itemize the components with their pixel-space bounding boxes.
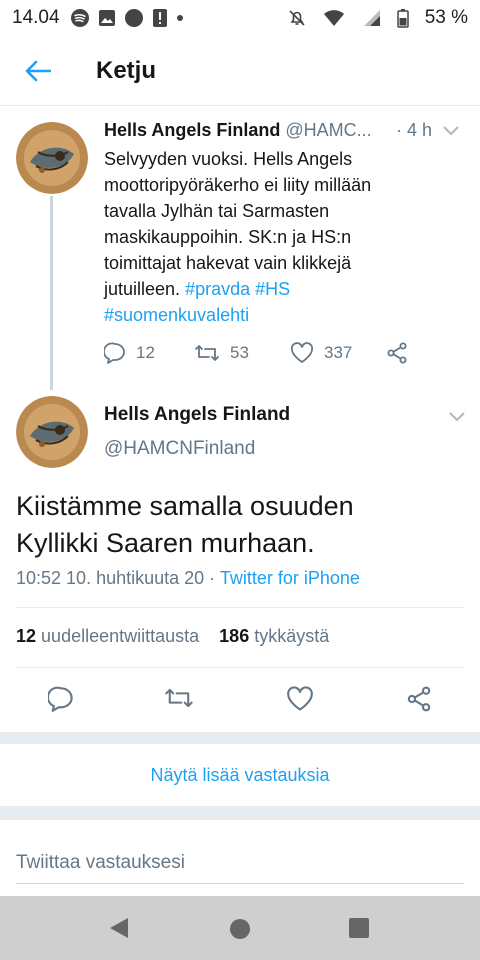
retweet-button[interactable] bbox=[164, 686, 194, 710]
retweet-button[interactable]: 53 bbox=[194, 343, 290, 363]
thread-line bbox=[50, 196, 53, 390]
hashtag-link[interactable]: #pravda bbox=[185, 279, 250, 299]
tweet-handle[interactable]: @HAMCNFinland bbox=[104, 438, 255, 460]
nav-recents-button[interactable] bbox=[349, 918, 369, 943]
back-button[interactable] bbox=[0, 36, 76, 106]
section-separator bbox=[0, 806, 480, 820]
reply-text-line: moottoripyöräkerho ei liity millään bbox=[104, 175, 372, 195]
alert-icon bbox=[152, 8, 168, 28]
tweet-client-link[interactable]: Twitter for iPhone bbox=[220, 568, 360, 588]
likes-stat[interactable]: 186 tykkäystä bbox=[219, 626, 329, 646]
battery-icon bbox=[396, 8, 409, 28]
show-more-replies-button[interactable]: Näytä lisää vastauksia bbox=[0, 744, 480, 806]
app-header: Ketju bbox=[0, 36, 480, 106]
share-icon bbox=[387, 342, 407, 364]
tweet-author[interactable]: Hells Angels Finland bbox=[104, 404, 290, 426]
reply-author[interactable]: Hells Angels Finland @HAMC... bbox=[104, 120, 372, 141]
reply-button[interactable]: 12 bbox=[104, 342, 194, 364]
reply-text-line: jutuilleen. #pravda #HS bbox=[104, 279, 291, 299]
reply-button[interactable] bbox=[48, 686, 74, 712]
like-count: 337 bbox=[324, 343, 353, 362]
divider bbox=[16, 667, 464, 668]
chevron-down-icon bbox=[449, 412, 465, 422]
nav-home-button[interactable] bbox=[229, 918, 251, 945]
avatar[interactable] bbox=[16, 122, 88, 194]
mute-icon bbox=[287, 8, 307, 28]
record-icon bbox=[124, 8, 144, 28]
circle-home-icon bbox=[230, 919, 250, 939]
reply-text: Selvyyden vuoksi. Hells Angels moottorip… bbox=[104, 146, 434, 328]
status-bar: 14.04 53 % bbox=[0, 0, 480, 36]
like-button[interactable] bbox=[286, 686, 314, 712]
tweet-menu-button[interactable] bbox=[448, 410, 466, 428]
reply-input[interactable]: Twiittaa vastauksesi bbox=[16, 852, 464, 884]
chevron-down-icon bbox=[443, 126, 459, 136]
reply-menu-button[interactable] bbox=[442, 124, 460, 142]
tweet-text-line: Kiistämme samalla osuuden bbox=[16, 491, 354, 521]
signal-icon bbox=[361, 9, 381, 27]
nav-back-button[interactable] bbox=[108, 916, 130, 945]
tweet-text-line: Kyllikki Saaren murhaan. bbox=[16, 528, 315, 558]
avatar[interactable] bbox=[16, 396, 88, 468]
triangle-back-icon bbox=[110, 918, 128, 938]
battery-percent: 53 % bbox=[424, 7, 468, 28]
share-icon bbox=[407, 686, 431, 712]
comment-icon bbox=[48, 686, 73, 712]
page-title: Ketju bbox=[96, 56, 156, 84]
square-recents-icon bbox=[349, 918, 369, 938]
tweet-stats: 12 uudelleentwiittausta 186 tykkäystä bbox=[16, 626, 329, 647]
reply-text-line: toimittajat hakevat vain klikkejä bbox=[104, 253, 352, 273]
reply-count: 12 bbox=[136, 343, 155, 362]
heart-icon bbox=[287, 686, 313, 711]
reply-handle: @HAMC... bbox=[285, 120, 372, 140]
comment-icon bbox=[104, 342, 125, 364]
tweet-timestamp: 10:52 10. huhtikuuta 20 bbox=[16, 568, 205, 588]
divider bbox=[16, 607, 464, 608]
android-nav-bar bbox=[0, 896, 480, 960]
reply-time: · 4 h bbox=[396, 120, 433, 140]
status-time: 14.04 bbox=[12, 7, 60, 28]
heart-icon bbox=[290, 342, 314, 363]
like-button[interactable]: 337 bbox=[290, 342, 386, 364]
section-separator bbox=[0, 732, 480, 744]
hashtag-link[interactable]: #suomenkuvalehti bbox=[104, 305, 249, 325]
dot-icon bbox=[176, 14, 184, 22]
reply-actions: 12 53 337 bbox=[104, 340, 408, 366]
gallery-icon bbox=[98, 9, 116, 27]
reply-text-line: Selvyyden vuoksi. Hells Angels bbox=[104, 149, 353, 169]
share-button[interactable] bbox=[386, 342, 408, 364]
hashtag-link[interactable]: #HS bbox=[255, 279, 290, 299]
share-button[interactable] bbox=[406, 686, 432, 712]
wifi-icon bbox=[323, 9, 345, 27]
reply-text-line: tavalla Jylhän tai Sarmasten bbox=[104, 201, 330, 221]
reply-text-line: maskikauppoihin. SK:n ja HS:n bbox=[104, 227, 352, 247]
back-arrow-icon bbox=[25, 60, 51, 81]
retweets-stat[interactable]: 12 uudelleentwiittausta bbox=[16, 626, 199, 646]
retweet-icon bbox=[165, 688, 193, 708]
tweet-actions bbox=[0, 680, 480, 720]
tweet-meta: 10:52 10. huhtikuuta 20 · Twitter for iP… bbox=[16, 568, 360, 588]
retweet-icon bbox=[195, 345, 219, 361]
tweet-text: Kiistämme samalla osuuden Kyllikki Saare… bbox=[16, 488, 466, 562]
retweet-count: 53 bbox=[230, 343, 249, 362]
spotify-icon bbox=[70, 8, 90, 28]
